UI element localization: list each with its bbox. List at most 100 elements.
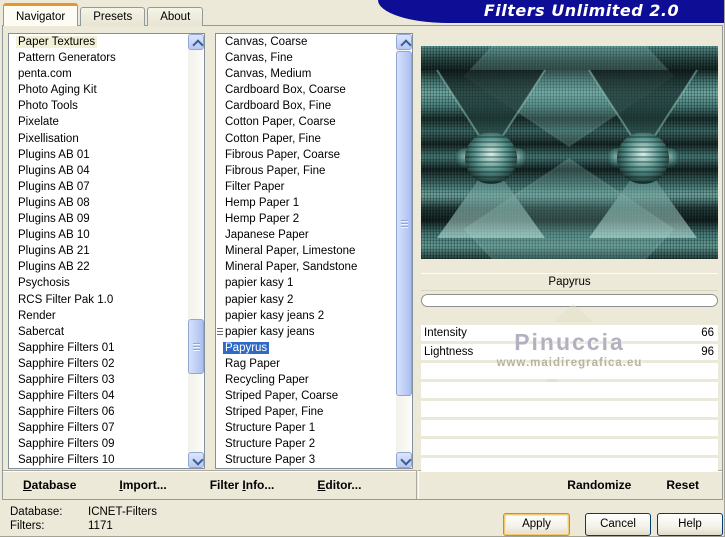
category-list-item[interactable]: Sapphire Filters 04: [9, 388, 187, 404]
parameter-slider-row[interactable]: [421, 439, 718, 455]
filter-list: Canvas, Coarse Canvas, Fine Canvas, Medi…: [216, 34, 395, 468]
category-list-item[interactable]: Pattern Generators: [9, 50, 187, 66]
filter-list-item[interactable]: Cotton Paper, Fine: [216, 131, 395, 147]
parameter-slider-row[interactable]: [421, 458, 718, 471]
category-list-item[interactable]: Plugins AB 21: [9, 243, 187, 259]
parameter-slider-row[interactable]: [421, 382, 718, 398]
parameter-slider-row[interactable]: [421, 420, 718, 436]
category-list-item[interactable]: Sapphire Filters 09: [9, 436, 187, 452]
category-list-item[interactable]: Pixelate: [9, 114, 187, 130]
parameter-slider-row[interactable]: Lightness 96: [421, 344, 718, 360]
category-list-item[interactable]: RCS Filter Pak 1.0: [9, 292, 187, 308]
category-list-item[interactable]: Pixellisation: [9, 131, 187, 147]
category-list-item[interactable]: Plugins AB 04: [9, 163, 187, 179]
parameter-slider-row[interactable]: [421, 401, 718, 417]
filter-list-item[interactable]: papier kasy 2: [216, 292, 395, 308]
filter-list-item[interactable]: Structure Paper 3: [216, 452, 395, 468]
category-listbox[interactable]: Paper Textures Pattern Generators penta.…: [8, 33, 205, 469]
filter-list-item[interactable]: Fibrous Paper, Fine: [216, 163, 395, 179]
tab[interactable]: Navigator: [3, 3, 79, 26]
category-scroll-thumb[interactable]: [188, 319, 204, 374]
category-list-item[interactable]: Plugins AB 08: [9, 195, 187, 211]
filter-list-item[interactable]: Mineral Paper, Sandstone: [216, 259, 395, 275]
preview-pattern: [436, 46, 698, 259]
scroll-up-icon[interactable]: [188, 34, 204, 51]
filter-list-item[interactable]: Filter Paper: [216, 179, 395, 195]
apply-button[interactable]: Apply: [503, 513, 570, 536]
filter-list-item[interactable]: Rag Paper: [216, 356, 395, 372]
parameter-label: Lightness: [424, 346, 474, 358]
category-list-item[interactable]: Paper Textures: [9, 34, 187, 50]
filter-scroll-thumb[interactable]: [396, 51, 412, 396]
category-list-item[interactable]: Photo Aging Kit: [9, 82, 187, 98]
selected-filter-caption: Papyrus: [421, 273, 718, 291]
category-list-item[interactable]: Plugins AB 01: [9, 147, 187, 163]
parameter-value: 66: [701, 327, 714, 339]
filter-list-item[interactable]: Papyrus: [216, 340, 395, 356]
filter-list-item[interactable]: Hemp Paper 2: [216, 211, 395, 227]
category-scrollbar[interactable]: [188, 34, 204, 468]
category-list-item[interactable]: Plugins AB 10: [9, 227, 187, 243]
filter-list-item[interactable]: Japanese Paper: [216, 227, 395, 243]
category-list-item[interactable]: Sabercat: [9, 324, 187, 340]
filter-list-item[interactable]: Striped Paper, Fine: [216, 404, 395, 420]
filter-list-item[interactable]: Mineral Paper, Limestone: [216, 243, 395, 259]
category-list-item[interactable]: Plugins AB 22: [9, 259, 187, 275]
cancel-button[interactable]: Cancel: [585, 513, 651, 536]
filter-preview-image[interactable]: [421, 46, 718, 259]
filter-list-item[interactable]: Structure Paper 1: [216, 420, 395, 436]
status-filters-row: Filters: 1171: [10, 520, 113, 532]
filter-list-item[interactable]: Cardboard Box, Coarse: [216, 82, 395, 98]
category-list-item[interactable]: Psychosis: [9, 275, 187, 291]
category-list-item[interactable]: Plugins AB 07: [9, 179, 187, 195]
filter-list-item[interactable]: Striped Paper, Coarse: [216, 388, 395, 404]
filters-unlimited-dialog: Filters Unlimited 2.0 Navigator Presets …: [0, 0, 725, 537]
category-list-item[interactable]: Sapphire Filters 02: [9, 356, 187, 372]
filter-list-item[interactable]: Canvas, Fine: [216, 50, 395, 66]
category-list-item[interactable]: Sapphire Filters 10: [9, 452, 187, 468]
category-list-item[interactable]: Sapphire Filters 03: [9, 372, 187, 388]
filter-scrollbar[interactable]: [396, 34, 412, 468]
watermark-triangle: [553, 304, 593, 322]
parameter-slider-row[interactable]: [421, 363, 718, 379]
editor-button[interactable]: Editor...: [317, 478, 361, 492]
database-button[interactable]: Database: [23, 478, 76, 492]
import-button[interactable]: Import...: [119, 478, 166, 492]
tab-strip: Navigator Presets About: [3, 3, 205, 26]
randomize-button[interactable]: Randomize: [567, 478, 631, 492]
filter-list-item[interactable]: Cotton Paper, Coarse: [216, 114, 395, 130]
scroll-down-icon[interactable]: [396, 452, 412, 468]
category-list-item[interactable]: Photo Tools: [9, 98, 187, 114]
category-list-item[interactable]: penta.com: [9, 66, 187, 82]
parameter-label: Intensity: [424, 327, 467, 339]
scroll-down-icon[interactable]: [188, 452, 204, 468]
parameter-slider-row[interactable]: Intensity 66: [421, 325, 718, 341]
filter-list-item[interactable]: Recycling Paper: [216, 372, 395, 388]
filters-count: 1171: [88, 520, 113, 532]
filter-info-button[interactable]: Filter Info...: [210, 478, 275, 492]
filter-list-item[interactable]: Canvas, Coarse: [216, 34, 395, 50]
parameter-value: 96: [701, 346, 714, 358]
filter-list-item[interactable]: papier kasy 1: [216, 275, 395, 291]
tab[interactable]: About: [147, 7, 204, 26]
filter-list-item[interactable]: Fibrous Paper, Coarse: [216, 147, 395, 163]
scroll-up-icon[interactable]: [396, 34, 412, 51]
category-list-item[interactable]: Render: [9, 308, 187, 324]
reset-button[interactable]: Reset: [666, 478, 699, 492]
category-list-item[interactable]: Sapphire Filters 06: [9, 404, 187, 420]
category-list-item[interactable]: Sapphire Filters 07: [9, 420, 187, 436]
category-list-item[interactable]: Sapphire Filters 01: [9, 340, 187, 356]
help-button[interactable]: Help: [657, 513, 723, 536]
filter-list-item[interactable]: Cardboard Box, Fine: [216, 98, 395, 114]
filter-listbox[interactable]: Canvas, Coarse Canvas, Fine Canvas, Medi…: [215, 33, 413, 469]
filter-list-item[interactable]: Hemp Paper 1: [216, 195, 395, 211]
parameter-panel: Intensity 66 Lightness 96: [421, 325, 718, 471]
filter-list-item[interactable]: Canvas, Medium: [216, 66, 395, 82]
tab[interactable]: Presets: [80, 7, 146, 26]
filter-list-item[interactable]: papier kasy jeans: [216, 324, 395, 340]
window-title: Filters Unlimited 2.0: [483, 1, 680, 20]
category-list-item[interactable]: Plugins AB 09: [9, 211, 187, 227]
filter-list-item[interactable]: Structure Paper 2: [216, 436, 395, 452]
filter-list-item[interactable]: papier kasy jeans 2: [216, 308, 395, 324]
status-database-row: Database: ICNET-Filters: [10, 506, 157, 518]
